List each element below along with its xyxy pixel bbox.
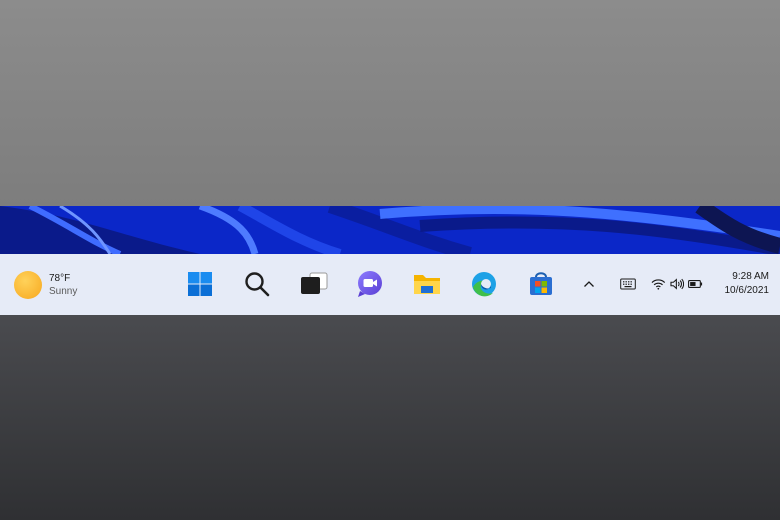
desktop-background-bottom xyxy=(0,315,780,520)
clock-date: 10/6/2021 xyxy=(724,285,770,296)
edge-button[interactable] xyxy=(468,268,500,300)
clock-time: 9:28 AM xyxy=(732,271,769,282)
desktop-background-top xyxy=(0,0,780,206)
task-view-button[interactable] xyxy=(298,268,330,300)
weather-temperature: 78°F xyxy=(49,273,71,284)
windows-logo-icon xyxy=(188,272,212,296)
weather-widget[interactable]: 78°F Sunny xyxy=(14,268,124,302)
search-icon xyxy=(245,272,270,297)
show-hidden-icons-button[interactable] xyxy=(582,274,596,294)
wifi-icon xyxy=(651,279,666,290)
wallpaper-strip xyxy=(0,206,780,254)
microsoft-store-button[interactable] xyxy=(525,268,557,300)
weather-condition: Sunny xyxy=(49,286,78,297)
task-view-icon xyxy=(301,272,328,294)
chevron-up-icon xyxy=(584,281,594,287)
search-button[interactable] xyxy=(241,268,273,300)
folder-icon xyxy=(414,275,440,294)
taskbar: 78°F Sunny 9:28 AM 10/6/2021 xyxy=(0,254,780,315)
edge-icon xyxy=(472,272,496,297)
store-icon xyxy=(530,272,552,295)
keyboard-icon xyxy=(619,278,636,290)
battery-icon xyxy=(688,280,703,288)
chat-button[interactable] xyxy=(354,268,386,300)
start-button[interactable] xyxy=(184,268,216,300)
touch-keyboard-button[interactable] xyxy=(619,274,636,294)
file-explorer-button[interactable] xyxy=(411,268,443,300)
volume-icon xyxy=(670,278,684,290)
sun-icon xyxy=(14,271,42,299)
clock-button[interactable]: 9:28 AM 10/6/2021 xyxy=(725,270,770,298)
quick-settings-button[interactable] xyxy=(651,274,703,294)
chat-icon xyxy=(358,271,382,297)
